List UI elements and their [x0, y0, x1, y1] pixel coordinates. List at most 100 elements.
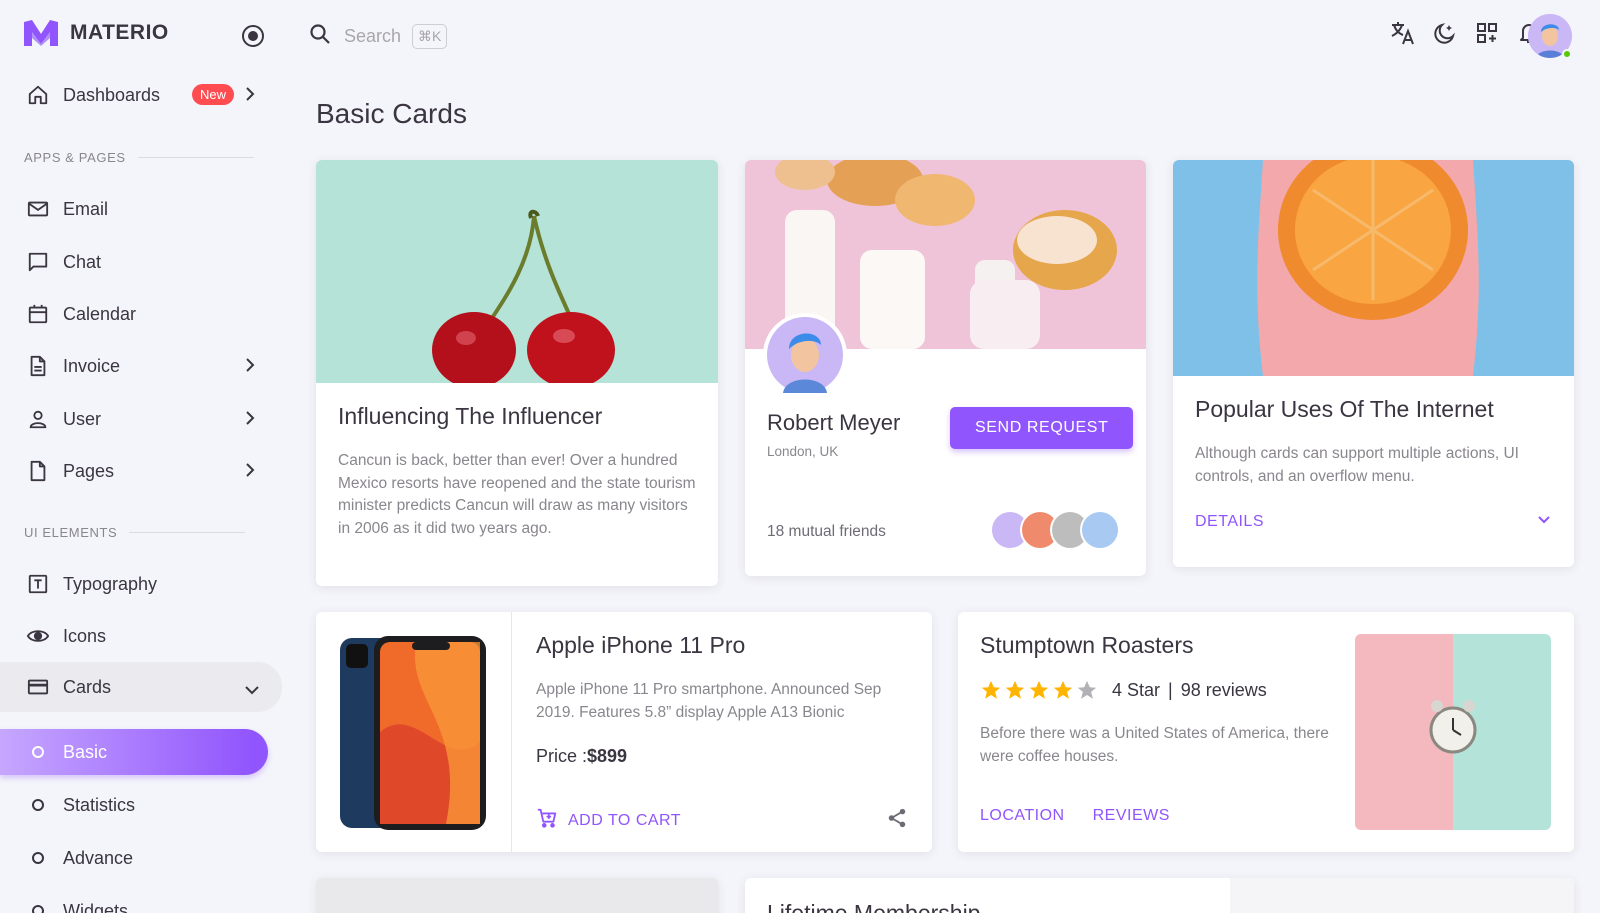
- sidebar-item-dashboards[interactable]: Dashboards New: [0, 72, 284, 118]
- reviews-count: 98 reviews: [1180, 679, 1267, 700]
- sidebar-item-advance[interactable]: Advance: [0, 835, 284, 881]
- card-text: Before there was a United States of Amer…: [980, 725, 1329, 765]
- invoice-icon: [26, 354, 50, 378]
- section-title-apps: APPS & PAGES: [24, 150, 254, 165]
- sidebar-item-label: Invoice: [63, 355, 121, 376]
- online-status-dot: [1562, 49, 1572, 59]
- sidebar-item-typography[interactable]: Typography: [0, 561, 284, 607]
- sidebar-item-label: Dashboards: [63, 84, 161, 105]
- email-icon: [26, 197, 50, 221]
- sidebar-item-chat[interactable]: Chat: [0, 239, 284, 285]
- sidebar-item-invoice[interactable]: Invoice: [0, 343, 284, 389]
- send-request-button[interactable]: SEND REQUEST: [950, 407, 1134, 449]
- card-text: Apple iPhone 11 Pro smartphone. Announce…: [536, 681, 882, 721]
- chat-icon: [26, 250, 50, 274]
- sidebar-item-user[interactable]: User: [0, 396, 284, 442]
- calendar-icon: [26, 302, 50, 326]
- topbar-actions: [1390, 20, 1542, 46]
- sidebar-item-label: Statistics: [63, 794, 136, 815]
- mutual-friends: 18 mutual friends: [767, 523, 886, 540]
- star-icon[interactable]: [1052, 679, 1074, 701]
- shortcuts-grid-icon[interactable]: [1474, 20, 1500, 46]
- star-icon[interactable]: [1028, 679, 1050, 701]
- card-title: Influencing The Influencer: [338, 403, 603, 429]
- section-title-ui: UI ELEMENTS: [24, 525, 245, 540]
- search-bar[interactable]: ⌘K: [308, 22, 448, 51]
- credit-card-icon: [26, 675, 50, 699]
- sidebar-item-label: Widgets: [63, 900, 129, 913]
- sidebar-item-label: Advance: [63, 847, 134, 868]
- materio-logo-icon: [24, 20, 58, 46]
- location-button[interactable]: LOCATION: [980, 807, 1065, 825]
- sidebar-item-icons[interactable]: Icons: [0, 613, 284, 659]
- sidebar-item-label: Typography: [63, 573, 158, 594]
- reviews-button[interactable]: REVIEWS: [1093, 807, 1170, 825]
- brand-name: MATERIO: [70, 21, 169, 44]
- orange-illustration: [1257, 160, 1479, 376]
- sidebar-item-label: User: [63, 408, 102, 429]
- price-value: $899: [587, 746, 628, 766]
- influencer-card: Influencing The Influencer Cancun is bac…: [316, 160, 718, 586]
- sidebar-item-label: Email: [63, 198, 109, 219]
- chevron-down-icon: [244, 680, 260, 701]
- brand[interactable]: MATERIO: [24, 20, 169, 46]
- clock-illustration: [1355, 634, 1551, 830]
- chevron-down-icon[interactable]: [1536, 513, 1552, 531]
- card-title: Popular Uses Of The Internet: [1195, 396, 1494, 422]
- chevron-right-icon: [244, 86, 256, 107]
- search-icon: [308, 22, 332, 51]
- circle-icon: [32, 905, 44, 913]
- sidebar-item-basic[interactable]: Basic: [0, 729, 268, 775]
- sidebar-item-cards[interactable]: Cards: [0, 662, 282, 712]
- sidebar-item-label: Cards: [63, 676, 112, 697]
- page-title: Basic Cards: [316, 98, 467, 129]
- translate-icon[interactable]: [1390, 20, 1416, 46]
- profile-avatar: [763, 313, 847, 397]
- sidebar-pin-toggle[interactable]: [242, 25, 264, 47]
- price-label: Price :: [536, 746, 588, 766]
- sidebar-item-widgets[interactable]: Widgets: [0, 888, 284, 913]
- home-icon: [26, 83, 50, 107]
- card-title: Apple iPhone 11 Pro: [536, 632, 746, 658]
- star-icon[interactable]: [1076, 679, 1098, 701]
- card-title: Lifetime Membership: [767, 900, 981, 913]
- bottom-image-card: [316, 878, 718, 913]
- iphone-illustration: [340, 636, 486, 830]
- sidebar-item-label: Icons: [63, 625, 107, 646]
- rating-text: 4 Star: [1112, 679, 1161, 700]
- sidebar-item-pages[interactable]: Pages: [0, 448, 284, 494]
- dark-mode-icon[interactable]: [1432, 20, 1458, 46]
- price-row: Price :$899: [536, 746, 916, 767]
- page-icon: [26, 459, 50, 483]
- details-button[interactable]: DETAILS: [1195, 513, 1264, 531]
- cherry-illustration: [432, 209, 615, 388]
- profile-name: Robert Meyer: [767, 410, 901, 435]
- sidebar-item-email[interactable]: Email: [0, 186, 284, 232]
- chevron-right-icon: [244, 410, 256, 431]
- sidebar-item-statistics[interactable]: Statistics: [0, 782, 284, 828]
- search-shortcut: ⌘K: [412, 24, 448, 49]
- circle-icon: [32, 746, 44, 758]
- iphone-image: [316, 612, 512, 852]
- iphone-card: Apple iPhone 11 Pro Apple iPhone 11 Pro …: [316, 612, 932, 852]
- chevron-right-icon: [244, 462, 256, 483]
- profile-location: London, UK: [767, 444, 839, 459]
- add-to-cart-label: ADD TO CART: [568, 811, 682, 829]
- typography-icon: [26, 572, 50, 596]
- membership-side-panel: [1230, 878, 1574, 913]
- sidebar: MATERIO Dashboards New APPS & PAGES Emai…: [0, 0, 284, 913]
- star-icon[interactable]: [1004, 679, 1026, 701]
- circle-icon: [32, 799, 44, 811]
- circle-icon: [32, 852, 44, 864]
- search-input[interactable]: [344, 26, 406, 47]
- star-icon[interactable]: [980, 679, 1002, 701]
- sidebar-item-label: Chat: [63, 251, 102, 272]
- sidebar-item-label: Calendar: [63, 303, 137, 324]
- add-to-cart-button[interactable]: ADD TO CART: [536, 807, 681, 834]
- sidebar-item-label: Basic: [63, 741, 108, 762]
- friend-avatar[interactable]: [1080, 510, 1120, 550]
- cherry-image: [316, 160, 718, 388]
- user-icon: [26, 407, 50, 431]
- sidebar-item-calendar[interactable]: Calendar: [0, 291, 284, 337]
- share-icon[interactable]: [886, 807, 908, 834]
